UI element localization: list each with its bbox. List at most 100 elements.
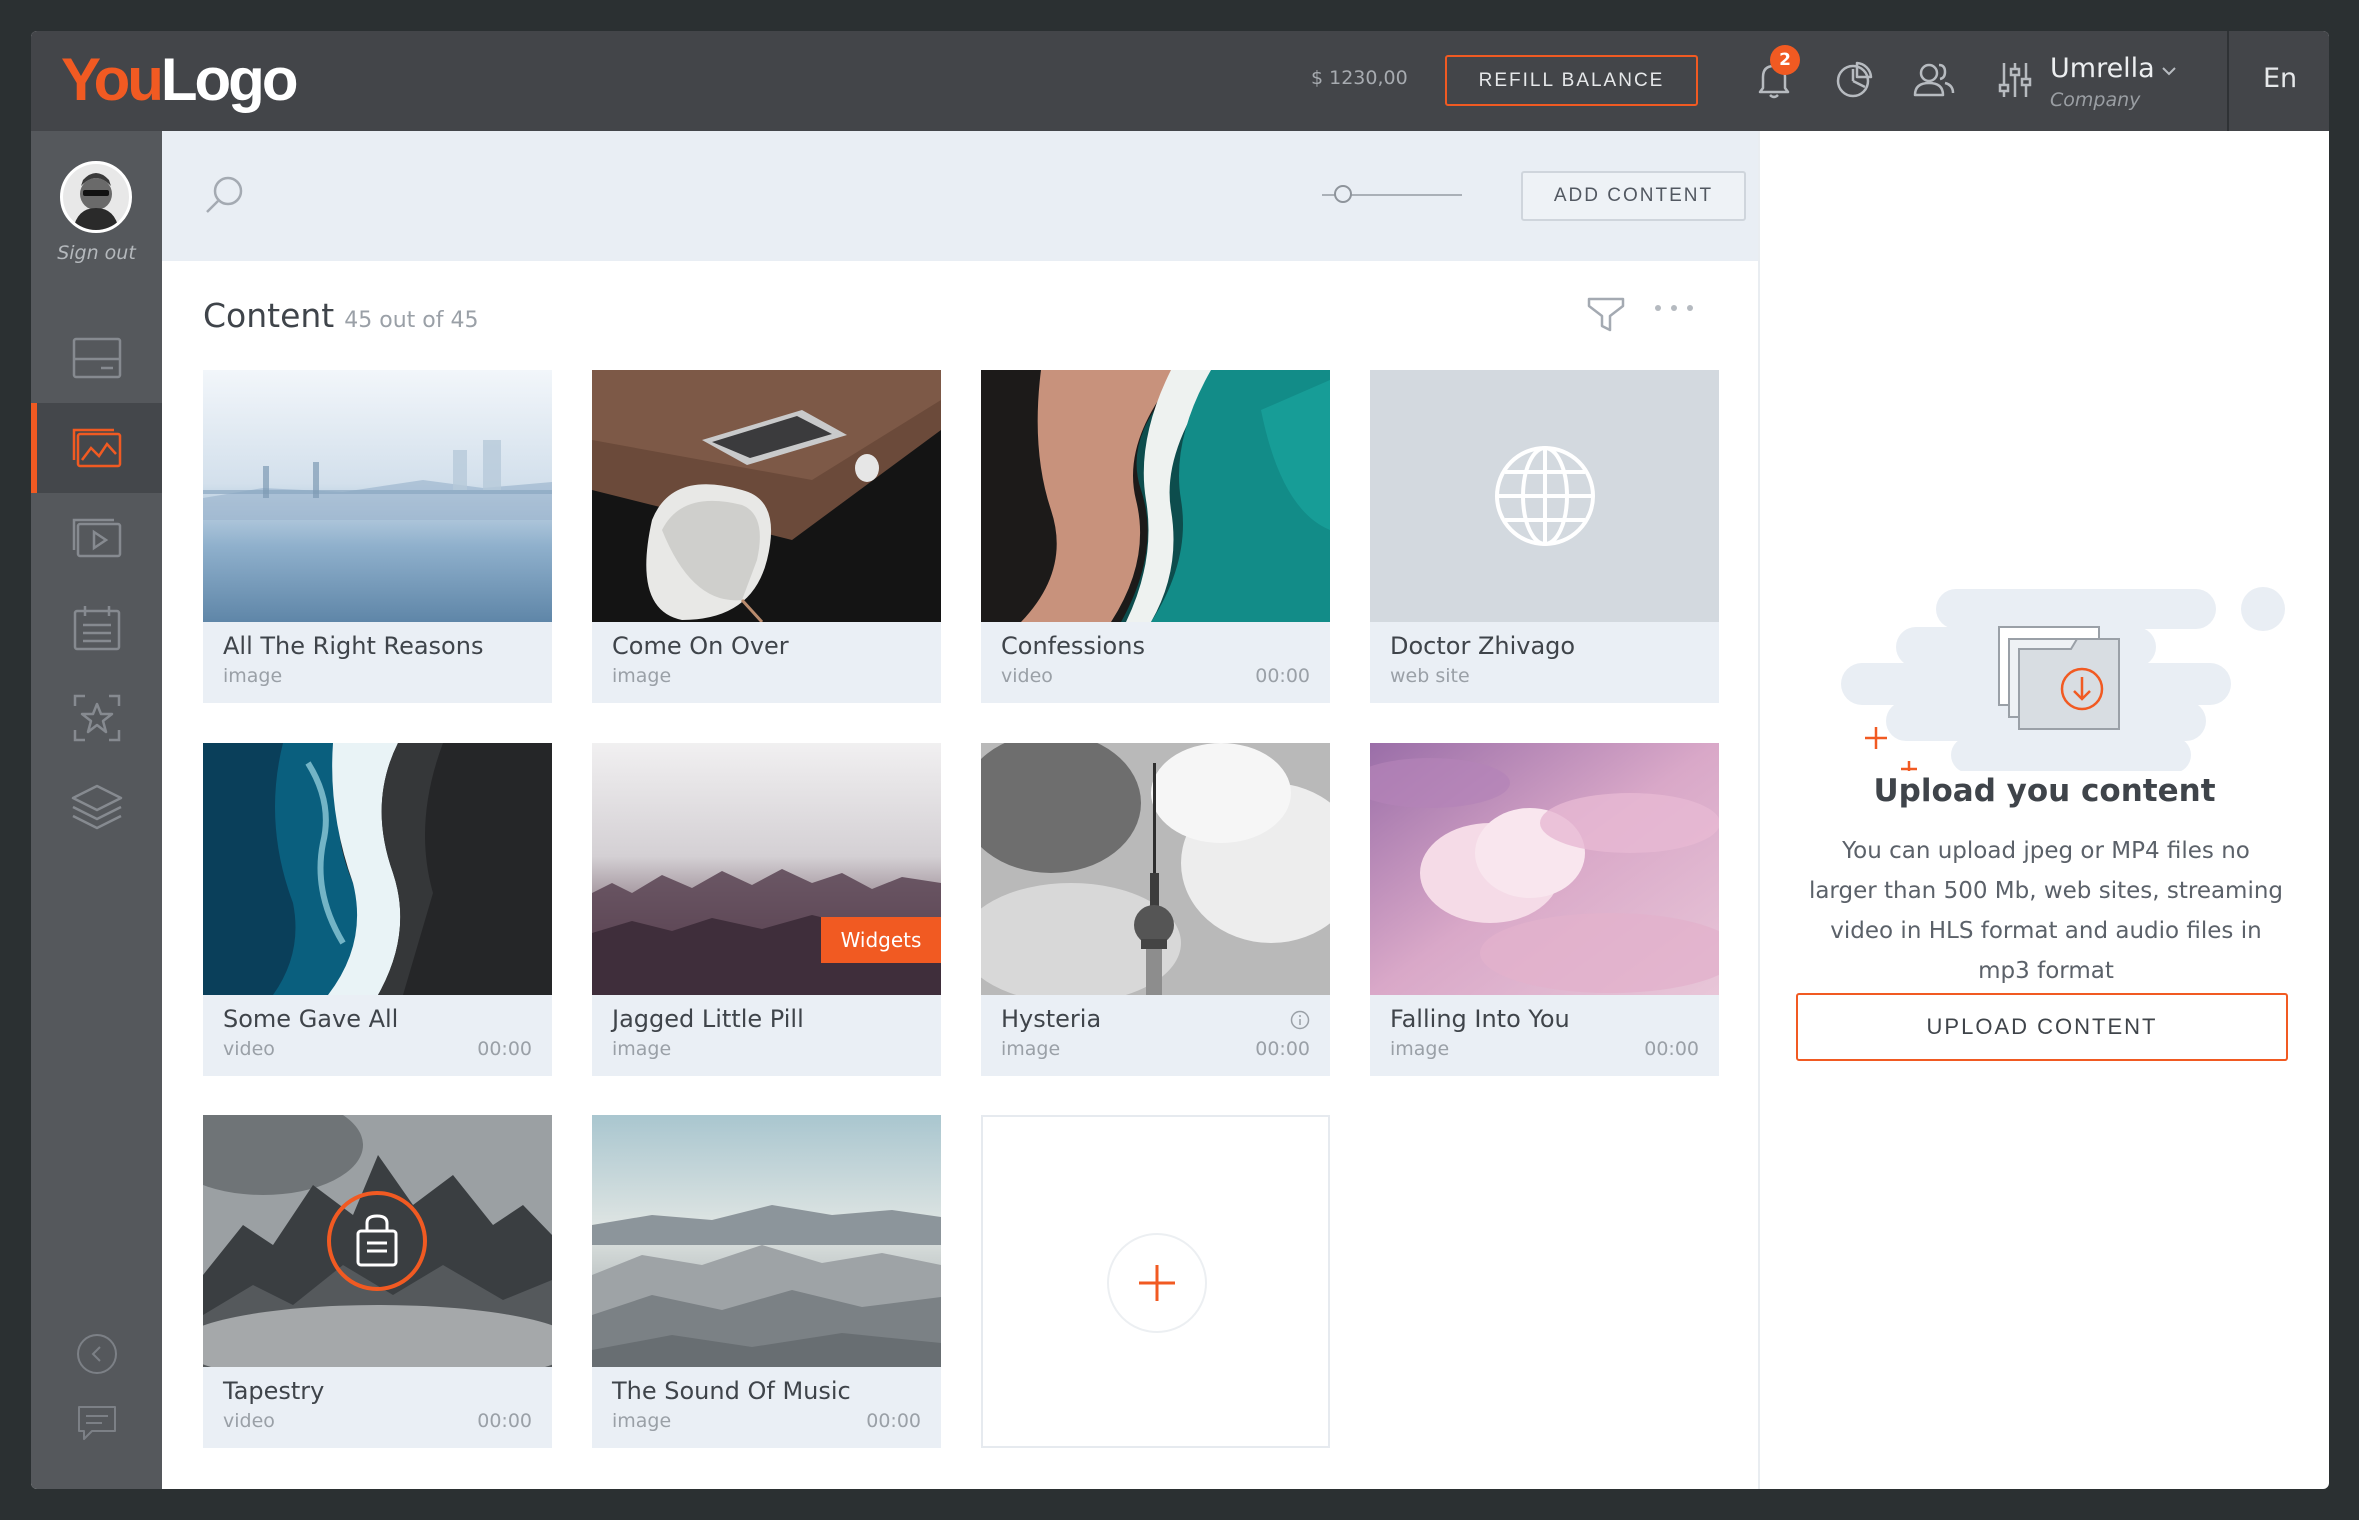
card-duration: 00:00 bbox=[477, 1038, 532, 1060]
users-button[interactable] bbox=[1910, 55, 1958, 105]
content-card[interactable]: Widgets Jagged Little Pill image bbox=[592, 743, 941, 1076]
content-card[interactable]: Tapestry video 00:00 bbox=[203, 1115, 552, 1448]
upload-content-button[interactable]: UPLOAD CONTENT bbox=[1796, 993, 2288, 1061]
card-title: Tapestry bbox=[223, 1377, 325, 1405]
image-gallery-icon bbox=[72, 428, 121, 468]
top-bar: YouLogo $ 1230,00 REFILL BALANCE 2 Umrel… bbox=[31, 31, 2329, 131]
card-title: Hysteria bbox=[1001, 1005, 1102, 1033]
logo-rest-text: Logo bbox=[160, 46, 299, 113]
star-frame-icon bbox=[73, 694, 120, 742]
card-title: Falling Into You bbox=[1390, 1005, 1570, 1033]
chevron-down-icon[interactable] bbox=[2161, 65, 2177, 77]
sidebar-item-schedule[interactable] bbox=[31, 583, 162, 673]
refill-balance-button[interactable]: REFILL BALANCE bbox=[1445, 55, 1698, 106]
filter-icon[interactable] bbox=[1586, 294, 1626, 334]
card-title: Doctor Zhivago bbox=[1390, 632, 1576, 660]
content-card[interactable]: Hysteria image 00:00 bbox=[981, 743, 1330, 1076]
thumbnail-image bbox=[981, 743, 1330, 995]
upload-description: You can upload jpeg or MP4 files no larg… bbox=[1808, 838, 2284, 984]
card-duration: 00:00 bbox=[477, 1410, 532, 1432]
info-icon[interactable] bbox=[1290, 1010, 1310, 1030]
thumbnail-image bbox=[592, 370, 941, 622]
settings-button[interactable] bbox=[1991, 55, 2039, 105]
more-options-icon[interactable] bbox=[1653, 302, 1695, 314]
card-type: image bbox=[223, 665, 283, 687]
card-title: All The Right Reasons bbox=[223, 632, 484, 660]
content-card[interactable]: Doctor Zhivago web site bbox=[1370, 370, 1719, 703]
content-header: Content 45 out of 45 bbox=[203, 296, 478, 335]
sidebar-item-favorites[interactable] bbox=[31, 673, 162, 763]
thumbnail-image bbox=[203, 370, 552, 622]
card-type: image bbox=[612, 1410, 672, 1432]
card-type: video bbox=[223, 1410, 275, 1432]
thumbnail-placeholder bbox=[1370, 370, 1719, 622]
card-title: The Sound Of Music bbox=[612, 1377, 851, 1405]
notifications-button[interactable]: 2 bbox=[1750, 45, 1800, 105]
plus-icon bbox=[1139, 1265, 1175, 1301]
card-type: image bbox=[612, 665, 672, 687]
content-card[interactable]: Confessions video 00:00 bbox=[981, 370, 1330, 703]
sidebar-item-layers[interactable] bbox=[31, 763, 162, 853]
upload-title: Upload you content bbox=[1873, 773, 2216, 809]
card-title: Come On Over bbox=[612, 632, 789, 660]
card-title: Some Gave All bbox=[223, 1005, 399, 1033]
content-count: 45 out of 45 bbox=[344, 308, 479, 333]
sign-out-link[interactable]: Sign out bbox=[31, 242, 162, 264]
app-window: YouLogo $ 1230,00 REFILL BALANCE 2 Umrel… bbox=[31, 31, 2329, 1489]
card-type: image bbox=[612, 1038, 672, 1060]
users-icon bbox=[1913, 63, 1955, 97]
content-card[interactable]: Falling Into You image 00:00 bbox=[1370, 743, 1719, 1076]
thumbnail-image bbox=[981, 370, 1330, 622]
avatar[interactable] bbox=[60, 161, 132, 233]
card-type: video bbox=[1001, 665, 1053, 687]
sidebar-item-screens[interactable] bbox=[31, 313, 162, 403]
add-content-button[interactable]: ADD CONTENT bbox=[1521, 171, 1746, 221]
search-icon[interactable] bbox=[202, 173, 246, 217]
thumbnail-image bbox=[203, 743, 552, 995]
card-type: web site bbox=[1390, 665, 1470, 687]
card-type: image bbox=[1390, 1038, 1450, 1060]
sidebar: Sign out bbox=[31, 131, 162, 1489]
card-duration: 00:00 bbox=[866, 1410, 921, 1432]
calendar-icon bbox=[73, 606, 120, 651]
zoom-slider-handle[interactable] bbox=[1334, 185, 1352, 203]
avatar-image bbox=[63, 164, 129, 230]
monitor-icon bbox=[72, 337, 121, 379]
logo-you-text: You bbox=[61, 46, 164, 113]
pie-chart-icon bbox=[1836, 61, 1873, 98]
content-card[interactable]: The Sound Of Music image 00:00 bbox=[592, 1115, 941, 1448]
add-content-card[interactable] bbox=[981, 1115, 1330, 1448]
user-name[interactable]: Umrella bbox=[2050, 53, 2155, 84]
panel-divider bbox=[1758, 131, 1760, 1489]
zoom-slider[interactable] bbox=[1322, 185, 1462, 203]
content-card[interactable]: Come On Over image bbox=[592, 370, 941, 703]
content-card[interactable]: Some Gave All video 00:00 bbox=[203, 743, 552, 1076]
content-card[interactable]: All The Right Reasons image bbox=[203, 370, 552, 703]
balance-amount: $ 1230,00 bbox=[1311, 67, 1408, 89]
card-title: Jagged Little Pill bbox=[612, 1005, 804, 1033]
globe-icon bbox=[1494, 446, 1595, 546]
thumbnail-image bbox=[1370, 743, 1719, 995]
widgets-badge: Widgets bbox=[821, 917, 941, 963]
analytics-button[interactable] bbox=[1830, 55, 1878, 105]
sidebar-item-video[interactable] bbox=[31, 493, 162, 583]
page-title: Content bbox=[203, 296, 335, 335]
sliders-icon bbox=[1998, 63, 2032, 97]
chat-icon[interactable] bbox=[76, 1403, 118, 1443]
language-selector[interactable]: En bbox=[2263, 63, 2297, 94]
logo[interactable]: YouLogo bbox=[61, 45, 299, 115]
card-duration: 00:00 bbox=[1644, 1038, 1699, 1060]
card-title: Confessions bbox=[1001, 632, 1145, 660]
notification-badge: 2 bbox=[1770, 45, 1800, 75]
card-duration: 00:00 bbox=[1255, 665, 1310, 687]
locked-overlay bbox=[327, 1191, 427, 1291]
layers-icon bbox=[71, 784, 122, 830]
sidebar-item-content[interactable] bbox=[31, 403, 162, 493]
collapse-sidebar-icon[interactable] bbox=[76, 1333, 118, 1375]
upload-illustration bbox=[1841, 587, 2285, 771]
lock-icon bbox=[356, 1214, 398, 1267]
toolbar: ADD CONTENT bbox=[162, 131, 1758, 261]
video-play-icon bbox=[72, 518, 121, 558]
add-content-circle[interactable] bbox=[1107, 1233, 1207, 1333]
card-type: image bbox=[1001, 1038, 1061, 1060]
